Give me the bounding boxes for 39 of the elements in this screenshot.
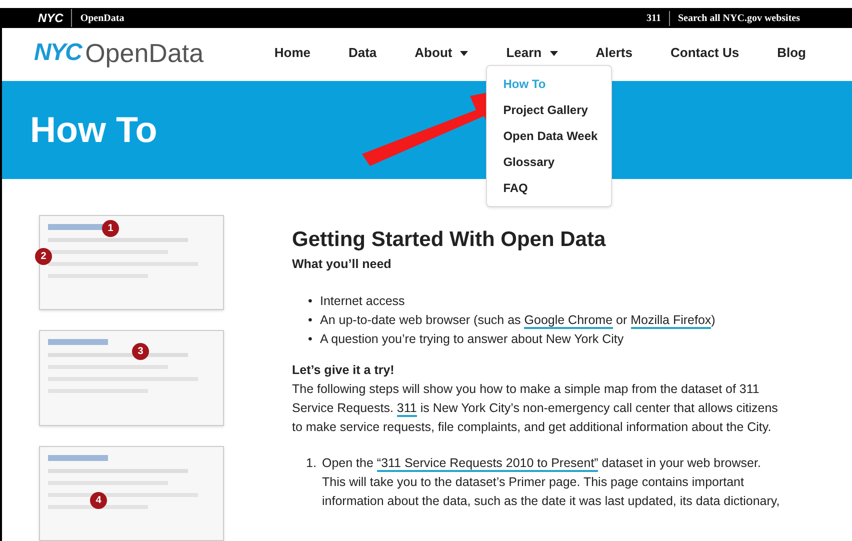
menu-item[interactable]: Project Gallery: [487, 97, 612, 124]
text-link[interactable]: 311: [396, 401, 417, 417]
nav-item[interactable]: Data: [344, 43, 381, 63]
nav-item[interactable]: Blog: [773, 43, 810, 63]
opendata-wordmark: OpenData: [85, 36, 204, 70]
section-heading: Let’s give it a try!: [292, 362, 396, 379]
step-number-badge: 4: [90, 492, 107, 509]
text-link[interactable]: “311 Service Requests 2010 to Present”: [376, 456, 598, 472]
caret-icon: [550, 50, 558, 56]
nav-item[interactable]: Learn: [502, 43, 562, 63]
banner-title: How To: [30, 108, 158, 152]
top-bar-link[interactable]: Search all NYC.gov websites: [668, 10, 808, 26]
section-heading: What you’ll need: [292, 256, 392, 273]
bullet-text: An up-to-date web browser (such as Google Chrome or Mozilla Firefox): [320, 312, 716, 330]
bullet-marker: •: [308, 331, 314, 348]
text-link[interactable]: Google Chrome: [524, 313, 613, 329]
step-number-badge: 1: [102, 220, 119, 237]
top-bar-link[interactable]: 311: [638, 10, 669, 26]
nav-item[interactable]: About: [410, 43, 472, 63]
text-link[interactable]: Mozilla Firefox: [630, 313, 712, 329]
nav-item[interactable]: Home: [270, 43, 314, 63]
bullet-marker: •: [308, 293, 314, 310]
bullet-text: Internet access: [320, 293, 405, 310]
step-text: Open the “311 Service Requests 2010 to Present” dataset in your web browser. This will take you to the dataset’s Primer page. This page contains important information about the data, such as the date it was last updated, its data dictionary,: [322, 455, 781, 510]
step-number-badge: 2: [35, 248, 52, 265]
site-name[interactable]: OpenData: [72, 10, 124, 26]
menu-item[interactable]: FAQ: [487, 175, 612, 202]
menu-item[interactable]: Open Data Week: [487, 123, 612, 150]
step-number-badge: 3: [132, 343, 149, 360]
nyc-logo[interactable]: NYC: [38, 9, 72, 27]
step-number: 1.: [306, 455, 318, 472]
caret-icon: [460, 50, 468, 56]
bullet-text: A question you’re trying to answer about New York City: [320, 331, 624, 348]
menu-item[interactable]: Glossary: [487, 149, 612, 176]
nav-item[interactable]: Alerts: [592, 43, 636, 63]
bullet-marker: •: [308, 312, 314, 329]
nav-item[interactable]: Contact Us: [666, 43, 744, 63]
intro-paragraph: The following steps will show you how to make a simple map from the dataset of 311 Service Requests. 311 is New York City’s non-emergency call center that allows citizens to make service requests, file complaints, and get additional information about the City.: [292, 381, 779, 436]
article-title: Getting Started With Open Data: [292, 227, 607, 253]
